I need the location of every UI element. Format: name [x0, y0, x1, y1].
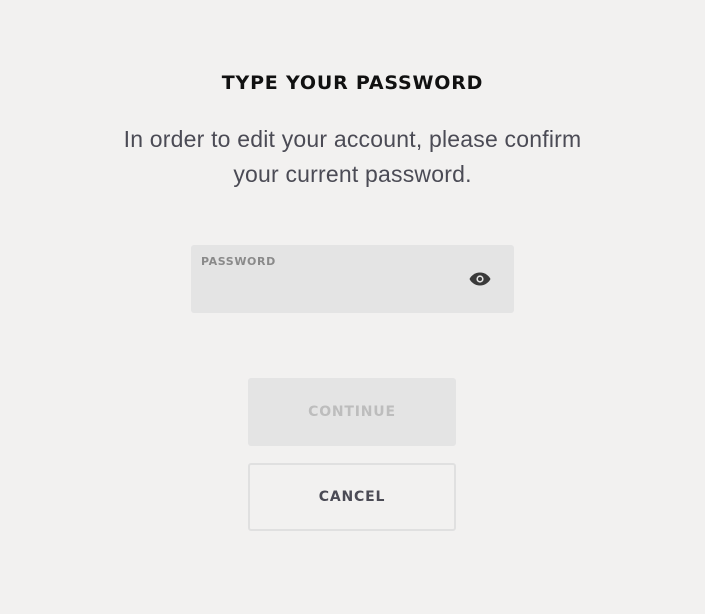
password-field-label: PASSWORD [201, 255, 276, 268]
password-field[interactable]: PASSWORD [191, 245, 514, 313]
show-password-toggle[interactable] [468, 268, 492, 290]
password-confirm-dialog: TYPE YOUR PASSWORD In order to edit your… [0, 0, 705, 614]
eye-icon [469, 272, 491, 286]
continue-button[interactable]: CONTINUE [248, 378, 456, 446]
cancel-button[interactable]: CANCEL [248, 463, 456, 531]
dialog-title: TYPE YOUR PASSWORD [221, 72, 484, 94]
password-input[interactable] [201, 273, 451, 303]
dialog-message: In order to edit your account, please co… [123, 126, 582, 187]
